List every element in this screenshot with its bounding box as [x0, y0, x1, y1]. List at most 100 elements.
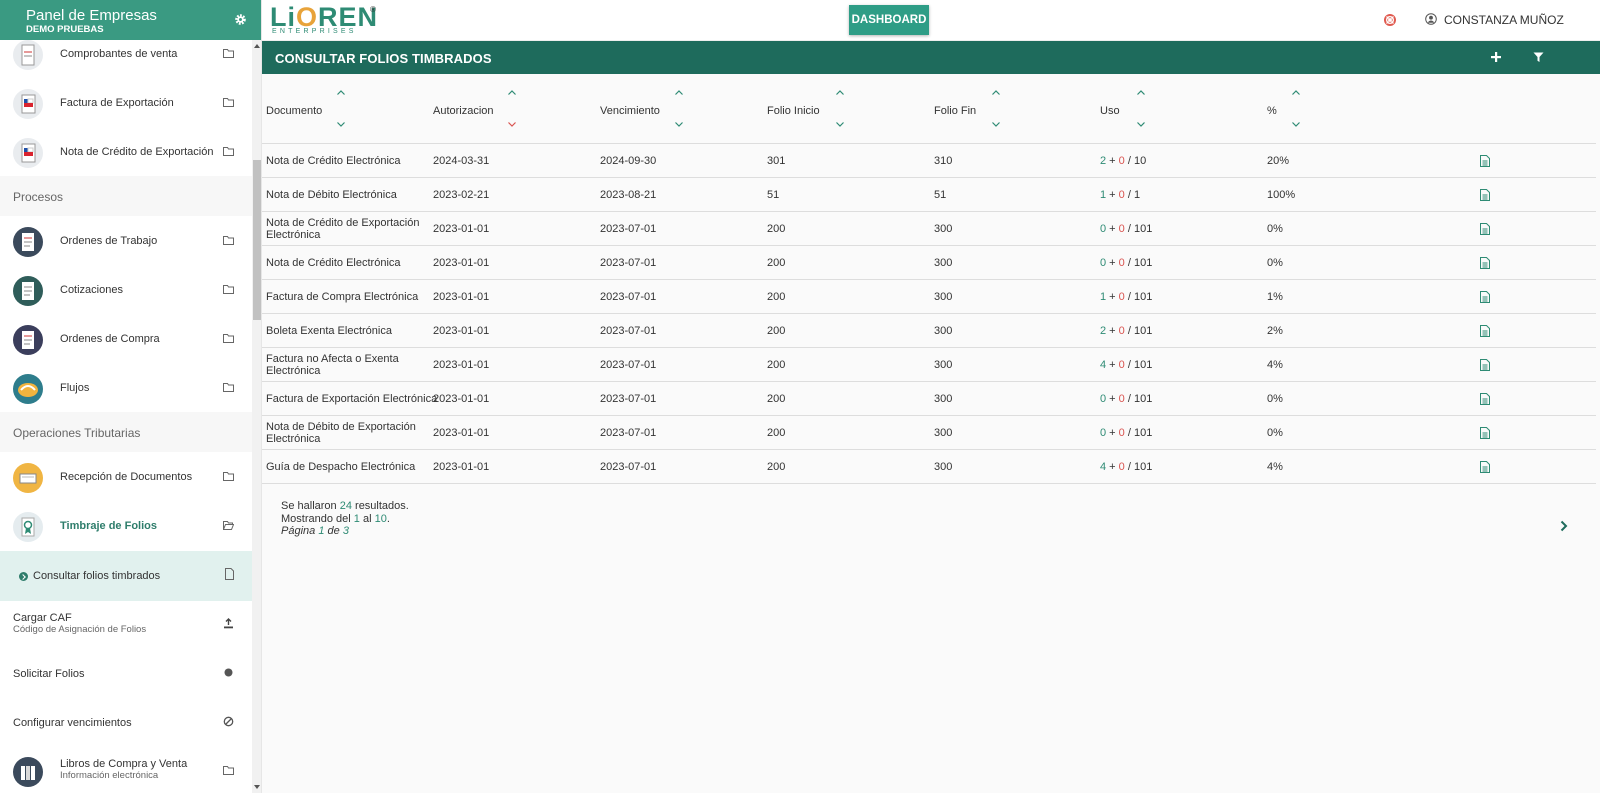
cell-uso: 1 + 0 / 101	[1100, 290, 1153, 303]
table-row[interactable]: Nota de Crédito Electrónica 2023-01-01 2…	[262, 246, 1596, 280]
results-count-line: Se hallaron 24 resultados.	[281, 500, 409, 513]
uso-total: 101	[1133, 324, 1153, 337]
table-row[interactable]: Boleta Exenta Electrónica 2023-01-01 202…	[262, 314, 1596, 348]
upload-icon	[224, 618, 233, 629]
cell-documento: Nota de Crédito Electrónica	[266, 154, 401, 167]
column-label: %	[1267, 105, 1277, 117]
sidebar-item-comprobantes[interactable]: Comprobantes de venta	[0, 40, 252, 80]
scroll-down-arrow-icon[interactable]	[254, 785, 260, 789]
sidebar-item-flujos[interactable]: Flujos	[0, 364, 252, 414]
table-row[interactable]: Nota de Crédito Electrónica 2024-03-31 2…	[262, 144, 1596, 178]
sidebar-item-configurar-vencimientos[interactable]: Configurar vencimientos	[0, 698, 252, 748]
table-row[interactable]: Nota de Crédito de Exportación Electróni…	[262, 212, 1596, 246]
sidebar-item-label: Libros de Compra y Venta Información elec…	[60, 758, 187, 781]
sidebar-item-timbraje-folios[interactable]: Timbraje de Folios	[0, 502, 252, 552]
sidebar-item-cotizaciones[interactable]: Cotizaciones	[0, 266, 252, 316]
dashboard-button[interactable]: DASHBOARD	[849, 5, 929, 35]
cell-porcentaje: 1%	[1267, 290, 1283, 303]
next-page-chevron-icon[interactable]	[1560, 520, 1568, 532]
sidebar-item-recepcion-documentos[interactable]: Recepción de Documentos	[0, 453, 252, 503]
sort-asc-icon[interactable]	[836, 90, 844, 95]
document-detail-icon[interactable]	[1480, 291, 1490, 303]
section-procesos: Procesos	[0, 176, 252, 216]
table-row[interactable]: Nota de Débito de Exportación Electrónic…	[262, 416, 1596, 450]
table-row[interactable]: Guía de Despacho Electrónica 2023-01-01 …	[262, 450, 1596, 484]
sidebar-item-cargar-caf[interactable]: Cargar CAF Código de Asignación de Folios	[0, 600, 252, 650]
cell-uso: 2 + 0 / 101	[1100, 324, 1153, 337]
sidebar-item-solicitar-folios[interactable]: Solicitar Folios	[0, 649, 252, 699]
scrollbar-thumb[interactable]	[253, 160, 261, 320]
folder-icon	[223, 147, 234, 156]
sort-asc-icon[interactable]	[1292, 90, 1300, 95]
top-bar: LiOREN ENTERPRISES ® DASHBOARD CONSTANZA…	[262, 0, 1600, 41]
sidebar-item-ordenes-compra[interactable]: Ordenes de Compra	[0, 315, 252, 365]
document-detail-icon[interactable]	[1480, 155, 1490, 167]
uso-total: 101	[1133, 256, 1153, 269]
document-detail-icon[interactable]	[1480, 189, 1490, 201]
filter-icon[interactable]	[1533, 52, 1544, 63]
cell-autorizacion: 2023-01-01	[433, 222, 490, 235]
lioren-logo[interactable]: LiOREN ENTERPRISES ®	[270, 3, 380, 37]
add-icon[interactable]	[1490, 51, 1502, 63]
document-icon	[225, 568, 234, 580]
sort-asc-icon[interactable]	[675, 90, 683, 95]
scroll-up-arrow-icon[interactable]	[254, 44, 260, 48]
cell-vencimiento: 2023-08-21	[600, 188, 657, 201]
sidebar-item-nota-credito-exportacion[interactable]: Nota de Crédito de Exportación	[0, 128, 252, 178]
sidebar-subitem-consultar-folios[interactable]: Consultar folios timbrados	[0, 551, 252, 601]
column-label: Folio Inicio	[767, 105, 820, 117]
table-row[interactable]: Factura de Exportación Electrónica 2023-…	[262, 382, 1596, 416]
user-icon[interactable]	[1425, 13, 1437, 25]
receipt-icon	[13, 40, 43, 70]
sort-asc-icon[interactable]	[1137, 90, 1145, 95]
dot-icon	[224, 668, 233, 677]
sidebar-scrollbar[interactable]	[252, 40, 261, 793]
document-detail-icon[interactable]	[1480, 325, 1490, 337]
cell-folio-inicio: 51	[767, 188, 780, 201]
cell-folio-inicio: 200	[767, 290, 786, 303]
document-detail-icon[interactable]	[1480, 461, 1490, 473]
document-detail-icon[interactable]	[1480, 223, 1490, 235]
sort-asc-icon[interactable]	[337, 90, 345, 95]
document-detail-icon[interactable]	[1480, 257, 1490, 269]
uso-void: 0	[1118, 358, 1125, 371]
sort-desc-icon[interactable]	[1137, 122, 1145, 127]
user-name[interactable]: CONSTANZA MUÑOZ	[1444, 13, 1564, 27]
sort-desc-icon[interactable]	[337, 122, 345, 127]
sort-desc-icon-active[interactable]	[508, 122, 516, 127]
lifebuoy-help-icon[interactable]	[1384, 14, 1396, 26]
cell-folio-inicio: 200	[767, 358, 786, 371]
sort-desc-icon[interactable]	[992, 122, 1000, 127]
table-row[interactable]: Factura de Compra Electrónica 2023-01-01…	[262, 280, 1596, 314]
sidebar-item-libros-compra-venta[interactable]: Libros de Compra y Venta Información elec…	[0, 747, 252, 793]
cell-folio-fin: 300	[934, 358, 953, 371]
cell-uso: 0 + 0 / 101	[1100, 426, 1153, 439]
document-detail-icon[interactable]	[1480, 359, 1490, 371]
table-row[interactable]: Factura no Afecta o Exenta Electrónica 2…	[262, 348, 1596, 382]
flag-document-icon	[13, 138, 43, 168]
cell-autorizacion: 2023-02-21	[433, 188, 490, 201]
gear-icon[interactable]	[234, 13, 247, 26]
document-detail-icon[interactable]	[1480, 427, 1490, 439]
sort-asc-icon[interactable]	[992, 90, 1000, 95]
document-detail-icon[interactable]	[1480, 393, 1490, 405]
cell-uso: 0 + 0 / 101	[1100, 222, 1153, 235]
table-row[interactable]: Nota de Débito Electrónica 2023-02-21 20…	[262, 178, 1596, 212]
uso-void: 0	[1118, 290, 1125, 303]
cell-documento: Guía de Despacho Electrónica	[266, 460, 416, 473]
cell-uso: 2 + 0 / 10	[1100, 154, 1147, 167]
uso-void: 0	[1118, 154, 1125, 167]
page-de: de	[327, 525, 340, 537]
sort-asc-icon[interactable]	[508, 90, 516, 95]
sort-desc-icon[interactable]	[1292, 122, 1300, 127]
cell-documento: Nota de Débito Electrónica	[266, 188, 397, 201]
sidebar-item-label: Flujos	[60, 382, 90, 394]
cell-documento: Nota de Crédito Electrónica	[266, 256, 401, 269]
sort-desc-icon[interactable]	[836, 122, 844, 127]
sidebar-item-ordenes-trabajo[interactable]: Ordenes de Trabajo	[0, 217, 252, 267]
cell-porcentaje: 0%	[1267, 426, 1283, 439]
cell-vencimiento: 2023-07-01	[600, 392, 657, 405]
purchase-order-icon	[13, 325, 43, 355]
sort-desc-icon[interactable]	[675, 122, 683, 127]
sidebar-item-factura-exportacion[interactable]: Factura de Exportación	[0, 79, 252, 129]
